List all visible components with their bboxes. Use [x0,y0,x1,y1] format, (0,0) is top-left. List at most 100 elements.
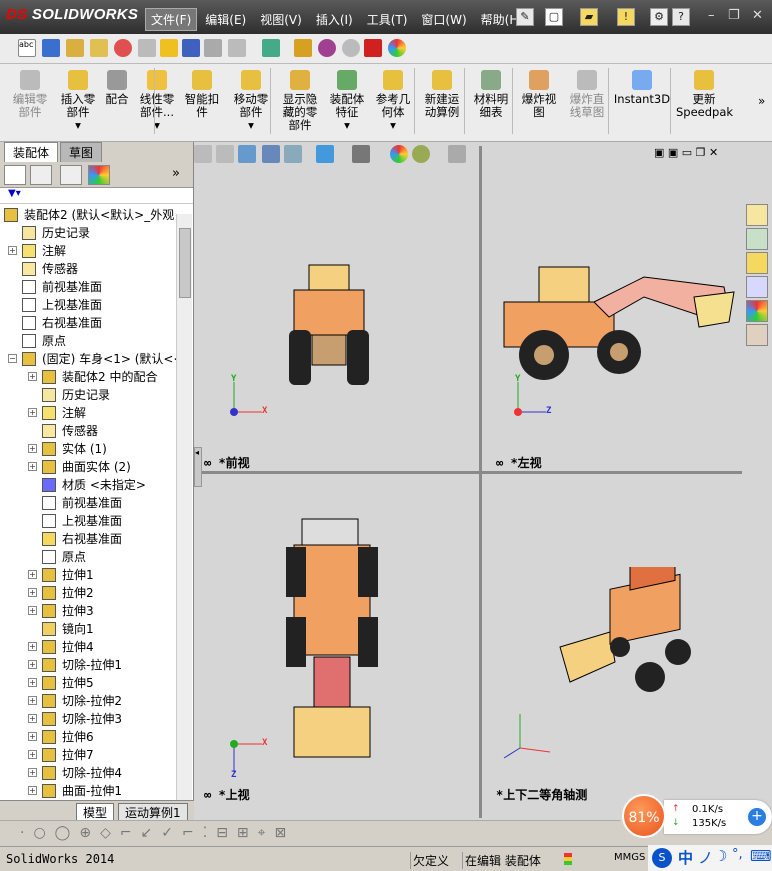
appearances-icon[interactable] [746,300,768,322]
expand-icon[interactable]: + [28,408,37,417]
expand-icon[interactable]: + [8,246,17,255]
expand-icon[interactable]: + [28,642,37,651]
hide-show-items-icon[interactable] [352,145,370,163]
menu-0[interactable]: 文件(F) [145,8,198,31]
previous-view-icon[interactable] [238,145,256,163]
tree-item[interactable]: 原点 [0,332,178,350]
restore-icon[interactable]: ❐ [728,8,740,23]
ime-halfwidth[interactable]: ☽ [714,847,727,865]
cmd-button-2[interactable]: 配合 [100,70,134,106]
expand-icon[interactable]: + [28,570,37,579]
tree-item[interactable]: + 拉伸1 [0,566,178,584]
check-icon[interactable] [160,39,178,57]
new-document-icon[interactable]: ▢ [545,8,563,26]
tree-item[interactable]: + 拉伸5 [0,674,178,692]
tree-item[interactable]: + 拉伸2 [0,584,178,602]
expand-icon[interactable]: + [28,372,37,381]
configuration-manager-icon[interactable] [60,165,82,185]
minimize-icon[interactable]: – [708,8,715,23]
tree-item[interactable]: 上视基准面 [0,512,178,530]
tree-item[interactable]: 镜向1 [0,620,178,638]
cmd-button-12[interactable]: 爆炸直 线草图 [562,70,612,119]
tree-item[interactable]: + 装配体2 中的配合 [0,368,178,386]
boost-plus-icon[interactable]: + [748,808,766,826]
tree-item[interactable]: − (固定) 车身<1> (默认<< [0,350,184,368]
zoom-fit-icon[interactable] [194,145,212,163]
tree-item[interactable]: + 拉伸7 [0,746,178,764]
tree-item[interactable]: + 曲面实体 (2) [0,458,178,476]
home-icon[interactable] [746,204,768,226]
expand-icon[interactable]: + [28,660,37,669]
tree-item[interactable]: 原点 [0,548,178,566]
expand-icon[interactable]: + [28,444,37,453]
tree-item[interactable]: 前视基准面 [0,494,178,512]
rebuild-warning-icon[interactable]: ! [617,8,635,26]
edit-appearance-icon[interactable] [390,145,408,163]
menu-2[interactable]: 视图(V) [254,8,308,31]
rebuild-status-icon[interactable] [564,853,572,865]
expand-icon[interactable]: + [28,732,37,741]
tree-item[interactable]: + 注解 [0,242,178,260]
tree-item[interactable]: + 拉伸3 [0,602,178,620]
spellcheck-icon[interactable]: abc [18,39,36,57]
expand-icon[interactable]: + [28,588,37,597]
open-folder-icon[interactable]: ▰ [580,8,598,26]
appearance-icon[interactable] [388,39,406,57]
network-monitor[interactable]: ↑ 0.1K/s ↓ 135K/s + 81% [622,794,772,840]
menu-4[interactable]: 工具(T) [361,8,414,31]
cmd-button-3[interactable]: 线性零 部件... ▾ [134,70,180,132]
statistics-icon[interactable] [114,39,132,57]
tree-item[interactable]: + 注解 [0,404,178,422]
section-properties-icon[interactable] [90,39,108,57]
tree-item[interactable]: 右视基准面 [0,530,178,548]
cmd-button-1[interactable]: 插入零 部件 ▾ [56,70,100,132]
view-settings-icon[interactable] [448,145,466,163]
collapse-icon[interactable]: − [8,354,17,363]
expand-icon[interactable]: + [28,768,37,777]
zoom-area-icon[interactable] [216,145,234,163]
view-orientation-icon[interactable] [284,145,302,163]
apply-scene-icon[interactable] [412,145,430,163]
cmd-button-14[interactable]: 更新 Speedpak [676,70,733,119]
file-explorer-icon[interactable] [746,252,768,274]
clearance-icon[interactable] [228,39,246,57]
menu-3[interactable]: 插入(I) [310,8,359,31]
status-units[interactable]: MMGS [614,852,645,863]
hole-alignment-icon[interactable] [204,39,222,57]
menu-1[interactable]: 编辑(E) [199,8,252,31]
tree-item[interactable]: 历史记录 [0,224,178,242]
check-circle-icon[interactable] [342,39,360,57]
custom-properties-icon[interactable] [746,324,768,346]
measure-icon[interactable] [42,39,60,57]
expand-panel-icon[interactable]: » [172,166,180,181]
cmd-button-13[interactable]: Instant3D [612,70,672,106]
expand-icon[interactable]: + [28,462,37,471]
sigma-icon[interactable] [182,39,200,57]
property-manager-icon[interactable] [30,165,52,185]
performance-icon[interactable] [318,39,336,57]
close-icon[interactable]: ✕ [752,8,763,23]
cmd-button-10[interactable]: 材料明 细表 [466,70,516,119]
tree-item[interactable]: 上视基准面 [0,296,178,314]
tab-sketch[interactable]: 草图 [60,142,103,162]
expand-icon[interactable]: + [28,678,37,687]
cmd-button-0[interactable]: 编辑零 部件 [4,70,56,119]
ime-chinese-mode[interactable]: 中 [678,847,693,868]
menu-5[interactable]: 窗口(W) [415,8,472,31]
expand-icon[interactable]: + [28,786,37,795]
ime-logo-icon[interactable]: S [652,848,672,868]
tree-item[interactable]: + 切除-拉伸2 [0,692,178,710]
horizontal-split[interactable] [194,471,742,474]
cmd-more-icon[interactable]: » [758,94,765,108]
help-icon[interactable]: ? [672,8,690,26]
tree-item[interactable]: −装配体2 (默认<默认>_外观 [0,206,178,224]
options-gear-icon[interactable]: ⚙ [650,8,668,26]
expand-icon[interactable]: + [28,606,37,615]
tree-item[interactable]: 右视基准面 [0,314,178,332]
tree-item[interactable]: 传感器 [0,422,178,440]
tree-item[interactable]: + 拉伸6 [0,728,178,746]
expand-icon[interactable]: + [28,714,37,723]
assembly-visualization-icon[interactable] [294,39,312,57]
graphics-area[interactable]: ▣ ▣ ▭ ❐ ✕ ◂ Y X ∞ *前视 Y Z ∞ *左视 X Z ∞ *上… [194,142,742,820]
tree-item[interactable]: 传感器 [0,260,178,278]
